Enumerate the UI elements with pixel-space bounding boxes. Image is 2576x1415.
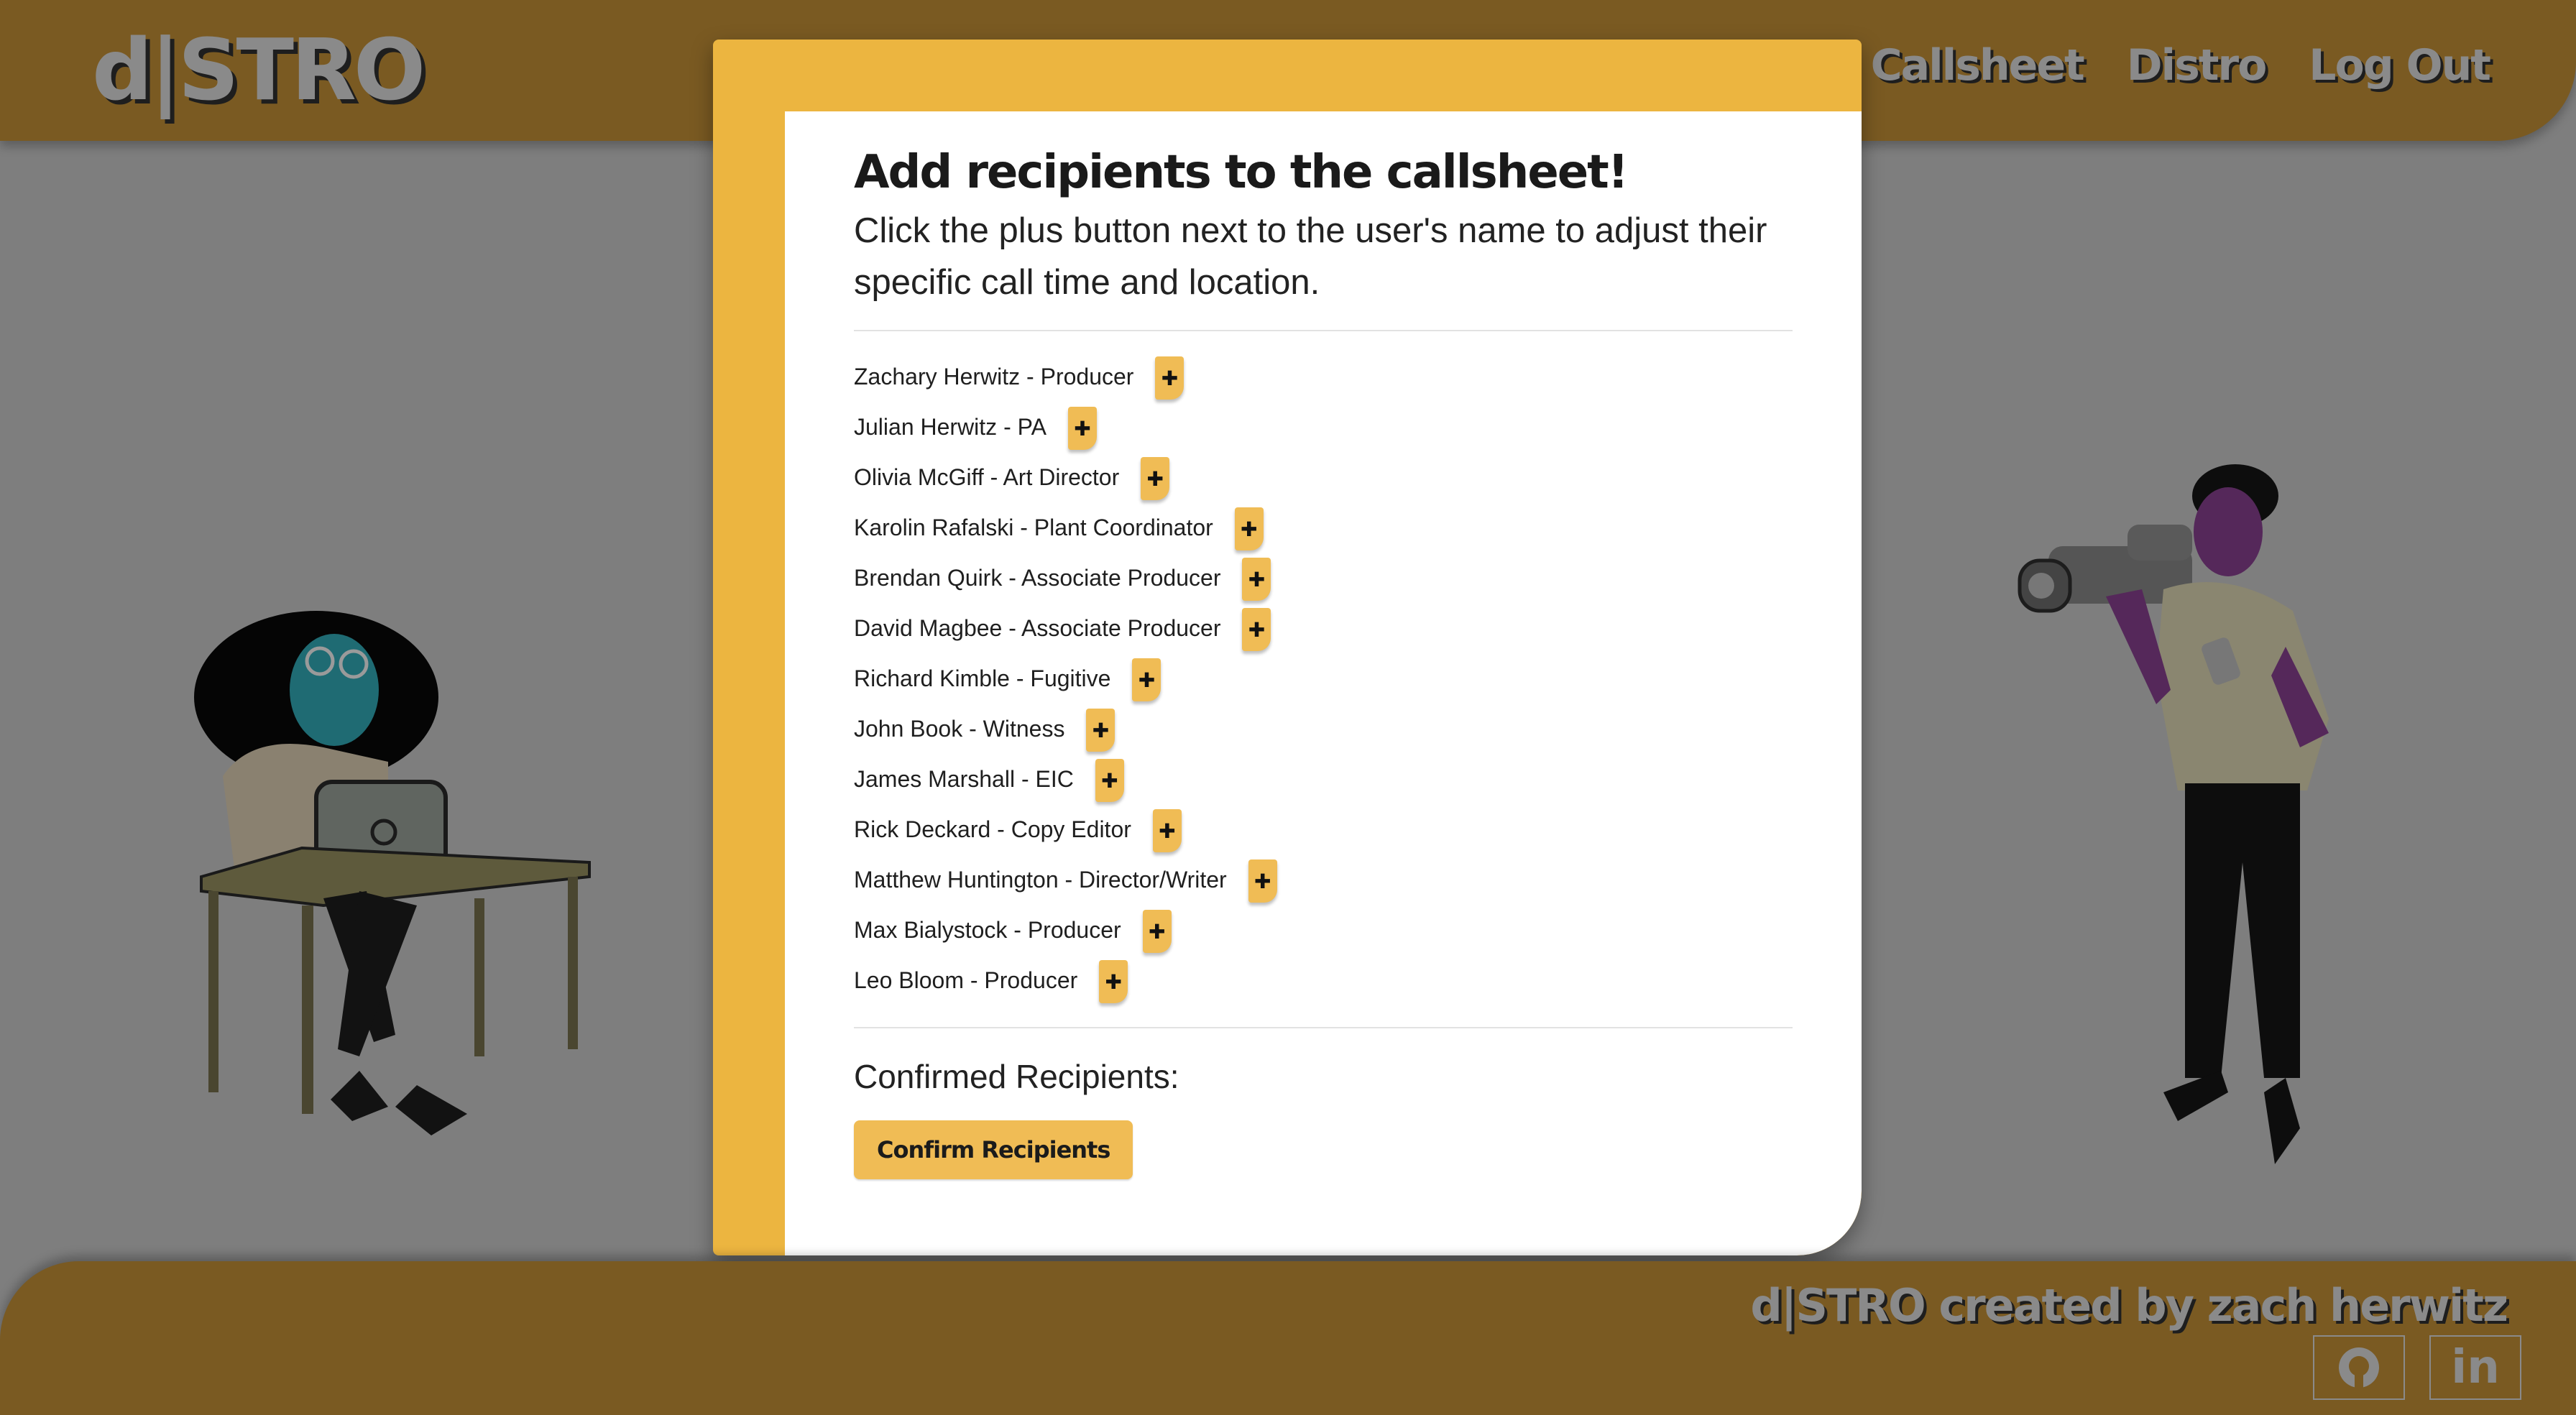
recipient-label: John Book - Witness: [854, 715, 1065, 742]
recipient-row: John Book - Witness ✚: [854, 704, 1793, 754]
add-recipient-button[interactable]: ✚: [1248, 859, 1277, 903]
add-recipient-button[interactable]: ✚: [1132, 658, 1162, 701]
recipient-label: Rick Deckard - Copy Editor: [854, 816, 1131, 842]
recipient-list: Zachary Herwitz - Producer ✚ Julian Herw…: [854, 351, 1793, 1005]
recipient-label: Matthew Huntington - Director/Writer: [854, 866, 1227, 893]
add-recipient-button[interactable]: ✚: [1086, 709, 1116, 752]
add-recipient-button[interactable]: ✚: [1242, 608, 1271, 651]
recipient-label: James Marshall - EIC: [854, 765, 1074, 792]
plus-icon: ✚: [1248, 568, 1266, 591]
main-nav: Callsheet Distro Log Out: [1871, 40, 2491, 91]
github-icon: [2339, 1347, 2379, 1388]
add-recipient-button[interactable]: ✚: [1242, 558, 1271, 601]
footer-credit: d|STRO created by zach herwitz: [1750, 1279, 2508, 1332]
plus-icon: ✚: [1161, 367, 1179, 390]
recipient-label: Karolin Rafalski - Plant Coordinator: [854, 514, 1213, 540]
recipient-label: Leo Bloom - Producer: [854, 967, 1078, 993]
plus-icon: ✚: [1159, 819, 1176, 842]
github-link[interactable]: [2313, 1335, 2405, 1400]
recipient-label: Julian Herwitz - PA: [854, 413, 1046, 440]
plus-icon: ✚: [1146, 467, 1164, 490]
plus-icon: ✚: [1074, 417, 1091, 440]
linkedin-link[interactable]: in: [2429, 1335, 2521, 1400]
recipient-row: Olivia McGiff - Art Director ✚: [854, 452, 1793, 502]
plus-icon: ✚: [1248, 618, 1266, 641]
plus-icon: ✚: [1254, 870, 1271, 893]
recipient-label: Max Bialystock - Producer: [854, 916, 1121, 943]
nav-callsheet[interactable]: Callsheet: [1871, 40, 2085, 91]
add-recipient-button[interactable]: ✚: [1142, 910, 1172, 953]
add-recipient-button[interactable]: ✚: [1099, 960, 1128, 1003]
recipient-label: Richard Kimble - Fugitive: [854, 665, 1111, 691]
add-recipient-button[interactable]: ✚: [1095, 759, 1124, 802]
recipient-row: Brendan Quirk - Associate Producer ✚: [854, 553, 1793, 603]
recipient-row: Julian Herwitz - PA ✚: [854, 402, 1793, 452]
plus-icon: ✚: [1148, 920, 1166, 943]
linkedin-icon: in: [2451, 1341, 2500, 1394]
confirm-recipients-button[interactable]: Confirm Recipients: [854, 1120, 1133, 1179]
recipient-label: Brendan Quirk - Associate Producer: [854, 564, 1221, 591]
plus-icon: ✚: [1092, 719, 1110, 742]
add-recipient-button[interactable]: ✚: [1067, 407, 1097, 450]
recipient-label: Zachary Herwitz - Producer: [854, 363, 1134, 390]
nav-logout[interactable]: Log Out: [2309, 40, 2491, 91]
add-recipient-button[interactable]: ✚: [1141, 457, 1170, 500]
recipient-row: Richard Kimble - Fugitive ✚: [854, 653, 1793, 704]
modal-heading: Add recipients to the callsheet!: [854, 146, 1629, 199]
camera-operator-illustration: [2018, 464, 2329, 1164]
recipient-row: James Marshall - EIC ✚: [854, 754, 1793, 804]
recipient-row: Matthew Huntington - Director/Writer ✚: [854, 854, 1793, 905]
recipient-label: David Magbee - Associate Producer: [854, 614, 1221, 641]
plus-icon: ✚: [1241, 517, 1258, 540]
add-recipient-button[interactable]: ✚: [1152, 809, 1182, 852]
recipient-row: Karolin Rafalski - Plant Coordinator ✚: [854, 502, 1793, 553]
add-recipient-button[interactable]: ✚: [1234, 507, 1264, 550]
recipient-row: David Magbee - Associate Producer ✚: [854, 603, 1793, 653]
recipient-row: Rick Deckard - Copy Editor ✚: [854, 804, 1793, 854]
plus-icon: ✚: [1105, 970, 1122, 993]
divider-bottom: [854, 1027, 1793, 1028]
recipient-row: Leo Bloom - Producer ✚: [854, 955, 1793, 1005]
confirmed-recipients-label: Confirmed Recipients:: [854, 1058, 1179, 1095]
modal-panel: Add recipients to the callsheet! Click t…: [785, 111, 1862, 1255]
add-recipient-button[interactable]: ✚: [1155, 356, 1184, 400]
divider-top: [854, 330, 1793, 331]
plus-icon: ✚: [1101, 769, 1118, 792]
app-logo[interactable]: d|STRO: [92, 20, 426, 119]
modal-instructions: Click the plus button next to the user's…: [854, 211, 1767, 302]
recipient-row: Zachary Herwitz - Producer ✚: [854, 351, 1793, 402]
recipient-label: Olivia McGiff - Art Director: [854, 464, 1120, 490]
add-recipients-modal: Add recipients to the callsheet! Click t…: [713, 40, 1862, 1255]
nav-distro[interactable]: Distro: [2127, 40, 2268, 91]
recipient-row: Max Bialystock - Producer ✚: [854, 905, 1793, 955]
plus-icon: ✚: [1138, 668, 1156, 691]
woman-at-desk-illustration: [194, 611, 591, 1135]
